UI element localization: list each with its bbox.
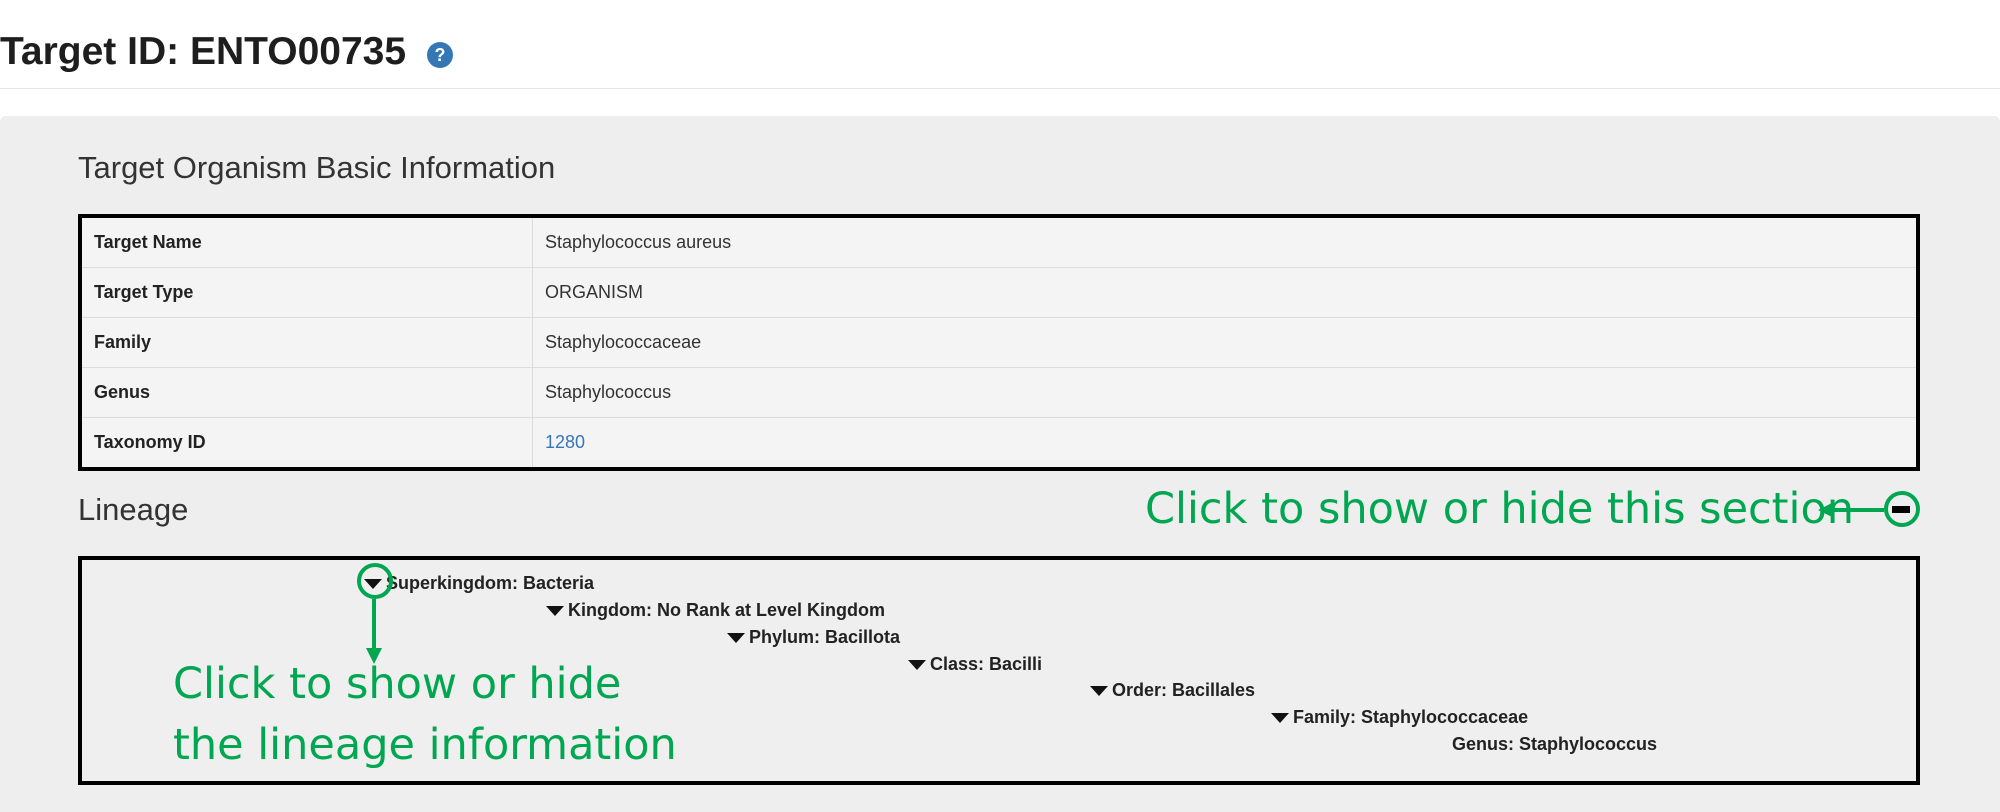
row-label: Family	[80, 317, 533, 368]
table-row: Target Name Staphylococcus aureus	[80, 216, 1918, 268]
row-value: Staphylococcus	[532, 367, 1918, 418]
page-header: Target ID: ENTO00735 ?	[0, 0, 2000, 89]
caret-down-icon[interactable]	[1090, 685, 1108, 696]
caret-down-icon[interactable]	[1271, 712, 1289, 723]
basic-info-title: Target Organism Basic Information	[78, 150, 556, 185]
lineage-title: Lineage	[78, 492, 189, 527]
row-label: Taxonomy ID	[80, 417, 533, 469]
table-row: Taxonomy ID 1280	[80, 417, 1919, 470]
lineage-item-label: Family: Staphylococcaceae	[1293, 707, 1529, 727]
row-value: Staphylococcaceae	[532, 317, 1918, 368]
table-row: Target Type ORGANISM	[80, 267, 1918, 318]
row-label: Genus	[80, 367, 533, 418]
caret-highlight-circle	[357, 563, 393, 599]
question-circle-icon[interactable]: ?	[427, 42, 453, 68]
caret-down-icon[interactable]	[546, 605, 564, 616]
lineage-item-genus: Genus: Staphylococcus	[1452, 734, 1657, 755]
annotation-line: the lineage information	[173, 720, 677, 770]
row-value: ORGANISM	[532, 267, 1918, 318]
lineage-item-family: Family: Staphylococcaceae	[1271, 707, 1528, 728]
annotation-lineage-toggle: Click to show or hide the lineage inform…	[173, 654, 677, 776]
taxonomy-id-link[interactable]: 1280	[545, 432, 585, 452]
basic-info-table: Target Name Staphylococcus aureus Target…	[78, 214, 1920, 471]
lineage-item-superkingdom: Superkingdom: Bacteria	[364, 573, 594, 594]
caret-down-icon[interactable]	[727, 632, 745, 643]
page-title: Target ID: ENTO00735	[0, 30, 407, 73]
lineage-item-order: Order: Bacillales	[1090, 680, 1255, 701]
row-value: Staphylococcus aureus	[532, 216, 1918, 268]
annotation-section-toggle: Click to show or hide this section	[1145, 484, 1855, 534]
toggle-highlight-circle	[1884, 491, 1920, 527]
row-label: Target Name	[80, 216, 533, 268]
lineage-item-label: Order: Bacillales	[1112, 680, 1256, 700]
row-label: Target Type	[80, 267, 533, 318]
lineage-item-label: Superkingdom: Bacteria	[386, 573, 595, 593]
annotation-line: Click to show or hide	[173, 659, 622, 709]
row-value: 1280	[533, 418, 1919, 470]
lineage-item-class: Class: Bacilli	[908, 654, 1042, 675]
lineage-item-label: Genus: Staphylococcus	[1452, 734, 1658, 754]
caret-down-icon[interactable]	[908, 659, 926, 670]
lineage-item-label: Kingdom: No Rank at Level Kingdom	[568, 600, 886, 620]
table-row: Genus Staphylococcus	[80, 367, 1918, 418]
lineage-item-phylum: Phylum: Bacillota	[727, 627, 900, 648]
lineage-item-label: Phylum: Bacillota	[749, 627, 901, 647]
lineage-item-label: Class: Bacilli	[930, 654, 1043, 674]
lineage-item-kingdom: Kingdom: No Rank at Level Kingdom	[546, 600, 885, 621]
table-row: Family Staphylococcaceae	[80, 317, 1918, 368]
